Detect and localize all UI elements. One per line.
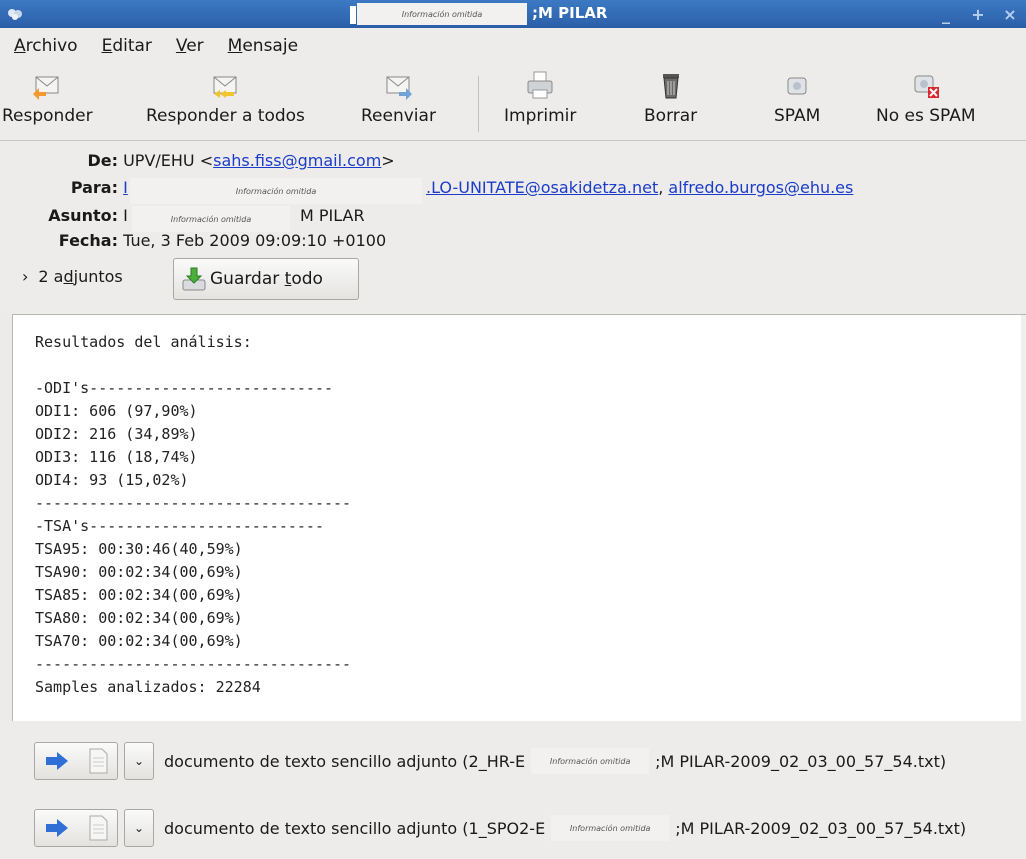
- attachments-toggle[interactable]: › 2 adjuntos: [22, 267, 123, 286]
- header-date: Fecha: Tue, 3 Feb 2009 09:09:10 +0100: [58, 231, 387, 250]
- toolbar-separator: [478, 76, 479, 132]
- save-download-icon: [182, 267, 206, 291]
- attachment-name: documento de texto sencillo adjunto (1_S…: [164, 815, 966, 841]
- window-title: ;M PILAR: [532, 4, 608, 22]
- to-email-link-1-end[interactable]: .LO-UNITATE@osakidetza.net: [426, 178, 658, 197]
- body-line: Samples analizados: 22284: [35, 678, 261, 696]
- maximize-button[interactable]: +: [962, 0, 994, 28]
- attachment-name: documento de texto sencillo adjunto (2_H…: [164, 748, 946, 774]
- body-line: ODI2: 216 (34,89%): [35, 425, 198, 443]
- to-email-link-1[interactable]: I: [123, 178, 128, 197]
- attachments-count: 2 adjuntos: [38, 267, 123, 286]
- reply-icon: [33, 76, 59, 100]
- body-line: TSA80: 00:02:34(00,69%): [35, 609, 243, 627]
- body-line: TSA90: 00:02:34(00,69%): [35, 563, 243, 581]
- printer-icon: [527, 71, 553, 99]
- subject-redaction: Información omitida: [132, 206, 290, 232]
- text-file-icon: [89, 815, 107, 841]
- body-line: -----------------------------------: [35, 494, 352, 512]
- chevron-down-icon: ⌄: [133, 821, 145, 835]
- attachment-menu-button[interactable]: ⌄: [124, 809, 154, 847]
- open-attachment-button[interactable]: [34, 742, 118, 780]
- reply-all-icon: [213, 76, 237, 98]
- body-line: ODI4: 93 (15,02%): [35, 471, 189, 489]
- window-controls: _ + ×: [930, 0, 1026, 28]
- body-line: ODI3: 116 (18,74%): [35, 448, 198, 466]
- forward-button[interactable]: Reenviar: [361, 68, 436, 136]
- window-titlebar: Información omitida ;M PILAR _ + ×: [0, 0, 1026, 28]
- toolbar: Responder Responder a todos Reenviar Imp…: [0, 64, 1026, 141]
- open-attachment-button[interactable]: [34, 809, 118, 847]
- menu-archivo[interactable]: Archivo: [10, 32, 82, 60]
- header-subject: Asunto: I Información omitida M PILAR: [0, 206, 600, 234]
- body-line: -TSA's--------------------------: [35, 517, 324, 535]
- body-line: -----------------------------------: [35, 655, 352, 673]
- attachments-list: ⌄ documento de texto sencillo adjunto (2…: [0, 721, 1026, 859]
- from-email-link[interactable]: sahs.fiss@gmail.com: [213, 151, 381, 170]
- save-all-button[interactable]: Guardar todo: [173, 258, 359, 300]
- spam-icon: [787, 77, 807, 95]
- to-redaction: Información omitida: [130, 178, 422, 204]
- attachment-menu-button[interactable]: ⌄: [124, 742, 154, 780]
- header-to: Para: I Información omitida .LO-UNITATE@…: [0, 178, 1026, 206]
- chevron-down-icon: ⌄: [133, 754, 145, 768]
- message-headers: De: UPV/EHU <sahs.fiss@gmail.com> Para: …: [0, 141, 1026, 313]
- expand-arrow-icon: ›: [22, 267, 29, 286]
- save-all-label: Guardar todo: [210, 269, 323, 289]
- attachment-redaction: Información omitida: [531, 748, 650, 774]
- not-spam-button[interactable]: No es SPAM: [876, 68, 976, 136]
- body-line: TSA70: 00:02:34(00,69%): [35, 632, 243, 650]
- body-scrollbar[interactable]: [1021, 315, 1026, 721]
- menubar: Archivo Editar Ver Mensaje: [0, 28, 1026, 64]
- delete-button[interactable]: Borrar: [644, 68, 697, 136]
- date-value: Tue, 3 Feb 2009 09:09:10 +0100: [123, 231, 387, 250]
- title-redaction: Información omitida: [357, 3, 527, 25]
- subject-text: M PILAR: [300, 206, 365, 225]
- attachment-redaction: Información omitida: [551, 815, 670, 841]
- body-line: Resultados del análisis:: [35, 333, 252, 351]
- body-line: TSA95: 00:30:46(40,59%): [35, 540, 243, 558]
- forward-icon: [386, 76, 413, 100]
- reply-all-button[interactable]: Responder a todos: [146, 68, 305, 136]
- attachment-item: ⌄ documento de texto sencillo adjunto (1…: [34, 808, 966, 848]
- message-body[interactable]: Resultados del análisis: -ODI's---------…: [12, 314, 1026, 722]
- body-line: ODI1: 606 (97,90%): [35, 402, 198, 420]
- minimize-button[interactable]: _: [930, 0, 962, 28]
- print-button[interactable]: Imprimir: [504, 68, 576, 136]
- arrow-right-icon: [45, 819, 68, 837]
- menu-ver[interactable]: Ver: [172, 32, 208, 60]
- body-line: -ODI's---------------------------: [35, 379, 334, 397]
- spam-button[interactable]: SPAM: [774, 68, 820, 136]
- header-from: De: UPV/EHU <sahs.fiss@gmail.com>: [87, 151, 395, 170]
- title-marker: [350, 6, 356, 24]
- menu-mensaje[interactable]: Mensaje: [224, 32, 302, 60]
- not-spam-icon: [914, 75, 939, 98]
- trash-icon: [662, 74, 679, 99]
- from-name: UPV/EHU <: [123, 151, 214, 170]
- close-button[interactable]: ×: [994, 0, 1026, 28]
- menu-editar[interactable]: Editar: [98, 32, 156, 60]
- attachment-item: ⌄ documento de texto sencillo adjunto (2…: [34, 741, 946, 781]
- app-icon: [8, 9, 22, 20]
- text-file-icon: [89, 748, 107, 774]
- to-email-link-2[interactable]: alfredo.burgos@ehu.es: [668, 178, 853, 197]
- body-line: TSA85: 00:02:34(00,69%): [35, 586, 243, 604]
- reply-button[interactable]: Responder: [2, 68, 93, 136]
- arrow-right-icon: [45, 752, 68, 770]
